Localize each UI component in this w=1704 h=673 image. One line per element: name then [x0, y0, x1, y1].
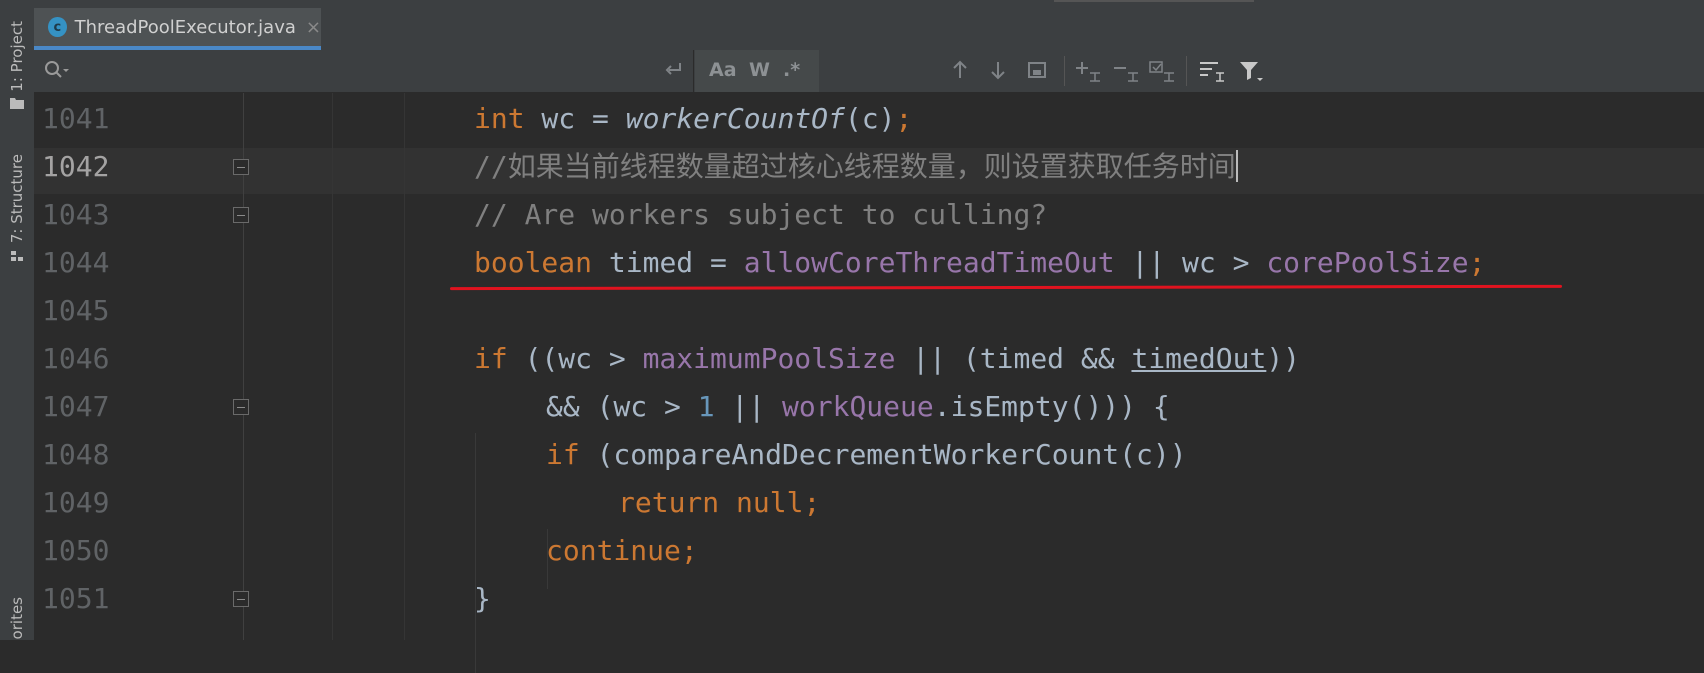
line-number: 1041: [42, 102, 110, 135]
keyword: int: [474, 102, 525, 135]
new-line-icon[interactable]: [664, 60, 684, 85]
text-caret: [1235, 150, 1238, 182]
keyword: if: [546, 438, 580, 471]
line-number: 1049: [42, 486, 110, 519]
code-line-1041: int wc = workerCountOf(c);: [474, 95, 912, 143]
find-options: Aa W .*: [695, 50, 819, 92]
line-number: 1048: [42, 438, 110, 471]
code-line-1049: return null;: [618, 479, 820, 527]
favorites-tool-label: orites: [8, 596, 26, 640]
line-number: 1051: [42, 582, 110, 615]
line-number: 1043: [42, 198, 110, 231]
editor-tab-threadpoolexecutor[interactable]: c ThreadPoolExecutor.java ×: [34, 8, 321, 50]
code-text: && (wc >: [546, 390, 698, 423]
code-line-1046: if ((wc > maximumPoolSize || (timed && t…: [474, 335, 1300, 383]
arrow-up-icon[interactable]: [950, 59, 970, 81]
code-text: || (timed &&: [895, 342, 1132, 375]
comment: //如果当前线程数量超过核心线程数量，则设置获取任务时间: [474, 150, 1236, 183]
code-text: timed =: [592, 246, 744, 279]
keyword: null: [736, 486, 804, 519]
code-text: || wc >: [1114, 246, 1267, 279]
editor-tab-bar: c ThreadPoolExecutor.java ×: [34, 0, 1704, 51]
regex-toggle[interactable]: .*: [783, 59, 800, 81]
code-line-1048: if (compareAndDecrementWorkerCount(c)): [546, 431, 1187, 479]
fold-marker[interactable]: [233, 159, 249, 175]
method-call: workerCountOf: [625, 102, 845, 135]
select-all-occurrences-icon[interactable]: [1148, 59, 1176, 83]
semicolon: ;: [680, 534, 698, 567]
left-tool-sidebar: 1: Project 7: Structure orites: [0, 0, 35, 640]
field: corePoolSize: [1266, 246, 1469, 279]
code-text: .isEmpty())) {: [933, 390, 1170, 423]
tab-label: ThreadPoolExecutor.java: [74, 16, 296, 38]
code-line-1047: && (wc > 1 || workQueue.isEmpty())) {: [546, 383, 1170, 431]
toolbar-separator: [1064, 56, 1065, 86]
line-number: 1046: [42, 342, 110, 375]
number-literal: 1: [697, 390, 715, 423]
gutter-separator: [332, 93, 333, 640]
semicolon: ;: [803, 486, 821, 519]
code-text: ((wc >: [507, 342, 643, 375]
multiline-icon[interactable]: [1198, 59, 1226, 83]
code-line-1044: boolean timed = allowCoreThreadTimeOut |…: [474, 239, 1485, 287]
code-text: ||: [714, 390, 783, 423]
code-line-1050: continue;: [546, 527, 698, 575]
line-number: 1044: [42, 246, 110, 279]
search-icon[interactable]: [44, 60, 70, 85]
code-text: wc =: [524, 102, 626, 135]
project-tool-label: 1: Project: [8, 20, 26, 92]
indent-guide: [404, 93, 405, 640]
code-line-1051: }: [474, 575, 491, 623]
code-text: (compareAndDecrementWorkerCount(c)): [579, 438, 1187, 471]
field: allowCoreThreadTimeOut: [743, 246, 1115, 279]
line-number: 1050: [42, 534, 110, 567]
code-line-1042: //如果当前线程数量超过核心线程数量，则设置获取任务时间: [474, 143, 1238, 191]
line-number: 1047: [42, 390, 110, 423]
top-divider: [1054, 0, 1254, 2]
add-selection-icon[interactable]: [1074, 59, 1102, 83]
close-icon[interactable]: ×: [306, 17, 321, 38]
fold-marker[interactable]: [233, 399, 249, 415]
select-all-icon[interactable]: [1026, 59, 1048, 81]
structure-tool-tab[interactable]: 7: Structure: [0, 148, 34, 268]
whole-words-toggle[interactable]: W: [749, 59, 770, 81]
match-case-toggle[interactable]: Aa: [709, 59, 737, 81]
line-number: 1045: [42, 294, 110, 327]
variable: timedOut: [1131, 342, 1267, 375]
code-text: )): [1266, 342, 1301, 375]
find-bar: Aa W .*: [34, 50, 1704, 93]
code-line-1043: // Are workers subject to culling?: [474, 191, 1047, 239]
filter-icon[interactable]: [1238, 59, 1266, 85]
code-text: (c): [844, 102, 896, 135]
semicolon: ;: [895, 102, 913, 135]
keyword: if: [474, 342, 508, 375]
field: maximumPoolSize: [642, 342, 896, 375]
code-editor[interactable]: 1041 1042 1043 1044 1045 1046 1047 1048 …: [34, 93, 1704, 673]
project-tool-tab[interactable]: 1: Project: [0, 10, 34, 120]
folder-icon: [10, 98, 24, 110]
arrow-down-icon[interactable]: [988, 59, 1008, 81]
structure-tool-label: 7: Structure: [8, 154, 26, 244]
java-class-icon: c: [48, 17, 67, 37]
code-text: }: [474, 582, 491, 615]
search-input[interactable]: [34, 50, 694, 92]
line-number: 1042: [42, 150, 110, 183]
remove-selection-icon[interactable]: [1112, 59, 1140, 83]
semicolon: ;: [1468, 246, 1486, 279]
indent-guide: [475, 433, 476, 673]
toolbar-separator: [1186, 56, 1187, 86]
structure-icon: [11, 250, 23, 261]
keyword: continue: [546, 534, 681, 567]
fold-marker[interactable]: [233, 591, 249, 607]
gutter-fold-line: [243, 93, 244, 640]
fold-marker[interactable]: [233, 207, 249, 223]
keyword: return: [618, 486, 720, 519]
field: workQueue: [782, 390, 934, 423]
keyword: boolean: [474, 246, 593, 279]
comment: // Are workers subject to culling?: [474, 198, 1048, 231]
favorites-tool-tab[interactable]: orites: [0, 596, 34, 640]
